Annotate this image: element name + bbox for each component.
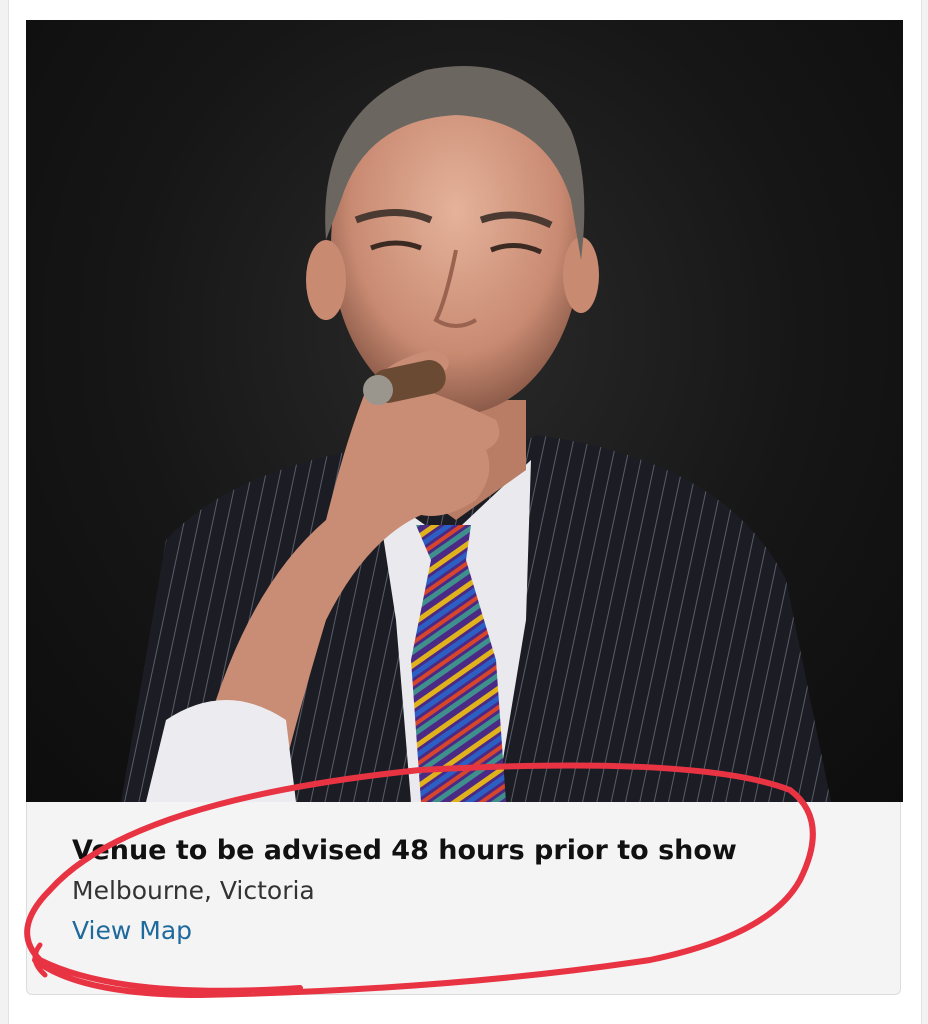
venue-title: Venue to be advised 48 hours prior to sh…	[72, 835, 737, 866]
venue-location: Melbourne, Victoria	[72, 876, 315, 905]
page: Venue to be advised 48 hours prior to sh…	[0, 0, 928, 1024]
hero-photo	[26, 20, 903, 802]
venue-info-panel: Venue to be advised 48 hours prior to sh…	[26, 802, 901, 995]
portrait-illustration	[121, 66, 831, 802]
view-map-link[interactable]: View Map	[72, 916, 192, 945]
